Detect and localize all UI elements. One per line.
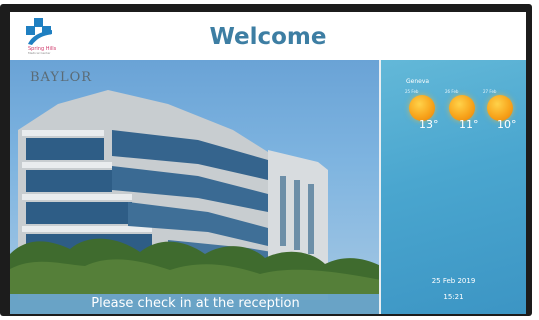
- forecast-temp: 10°: [497, 118, 517, 131]
- current-date: 25 Feb 2019: [431, 277, 476, 285]
- checkin-message: Please check in at the reception: [91, 296, 300, 311]
- forecast-date: 25 Feb: [405, 89, 419, 94]
- forecast-date: 26 Feb: [445, 89, 459, 94]
- forecast-temp: 13°: [419, 118, 439, 131]
- page-title: Welcome: [209, 24, 327, 50]
- forecast-day: 25 Feb 13°: [405, 89, 445, 139]
- building-sign: BAYLOR: [30, 70, 93, 85]
- forecast-date: 27 Feb: [483, 89, 497, 94]
- hospital-photo: BAYLOR Please check in at the reception: [10, 60, 381, 314]
- weather-city: Geneva: [406, 78, 430, 85]
- trees-image: [10, 238, 381, 294]
- weather-panel: Geneva 25 Feb 13° 26 Feb 11° 27 Feb 10° …: [381, 60, 526, 314]
- header-bar: Spring Hills Medical Center Welcome: [10, 12, 526, 60]
- checkin-banner: Please check in at the reception: [10, 294, 381, 314]
- logo-subtext: Medical Center: [28, 51, 51, 55]
- forecast-day: 26 Feb 11°: [445, 89, 485, 139]
- signage-screen: Spring Hills Medical Center Welcome BAYL…: [10, 12, 526, 314]
- forecast-temp: 11°: [459, 118, 479, 131]
- forecast-day: 27 Feb 10°: [483, 89, 523, 139]
- current-time: 15:21: [443, 293, 464, 301]
